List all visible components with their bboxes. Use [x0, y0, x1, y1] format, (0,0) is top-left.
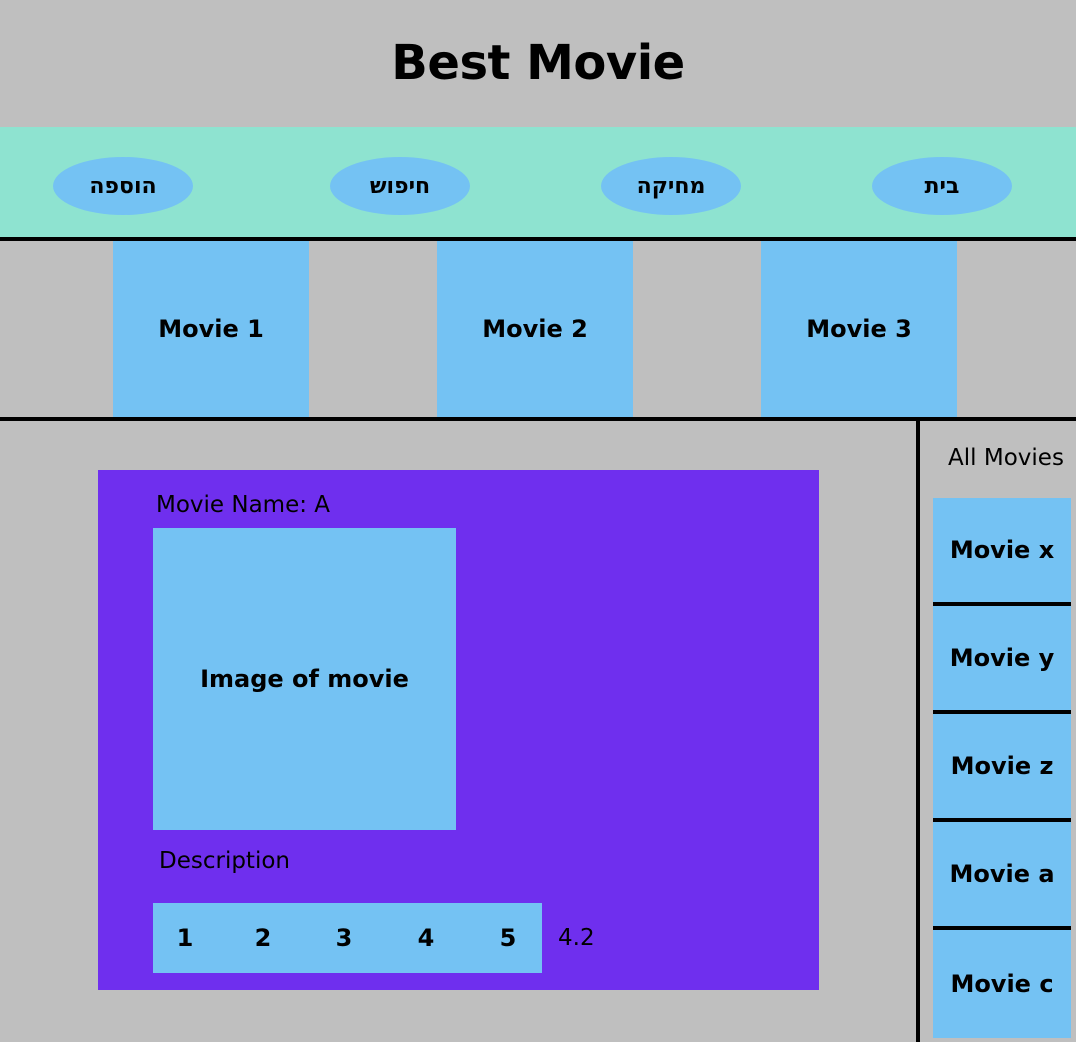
- featured-movie-2[interactable]: Movie 2: [437, 241, 633, 417]
- site-title: Best Movie: [391, 34, 685, 91]
- rating-selector: 1 2 3 4 5: [153, 903, 542, 973]
- main-content: Movie Name: A Image of movie Description…: [0, 421, 916, 1042]
- movie-detail-panel: Movie Name: A Image of movie Description…: [98, 470, 819, 990]
- rating-option-3[interactable]: 3: [324, 903, 364, 973]
- rating-option-1[interactable]: 1: [165, 903, 205, 973]
- sidebar-all-movies: All Movies Movie x Movie y Movie z Movie…: [916, 421, 1076, 1042]
- rating-option-4[interactable]: 4: [406, 903, 446, 973]
- header: Best Movie: [0, 0, 1076, 127]
- movie-description-label: Description: [159, 848, 290, 874]
- nav-home-button[interactable]: בית: [872, 157, 1012, 215]
- featured-movie-1[interactable]: Movie 1: [113, 241, 309, 417]
- movie-name-label: Movie Name: A: [156, 492, 331, 518]
- nav-bar: בית מחיקה חיפוש הוספה: [0, 127, 1076, 241]
- featured-movies: Movie 1 Movie 2 Movie 3: [0, 241, 1076, 421]
- rating-option-2[interactable]: 2: [243, 903, 283, 973]
- nav-add-button[interactable]: הוספה: [53, 157, 193, 215]
- sidebar-item-movie-y[interactable]: Movie y: [933, 606, 1071, 714]
- movie-image-placeholder: Image of movie: [153, 528, 456, 830]
- sidebar-item-movie-x[interactable]: Movie x: [933, 498, 1071, 606]
- sidebar-item-movie-a[interactable]: Movie a: [933, 822, 1071, 930]
- sidebar-title: All Movies: [948, 445, 1064, 471]
- sidebar-movie-list: Movie x Movie y Movie z Movie a Movie c: [933, 498, 1071, 1038]
- rating-score: 4.2: [558, 925, 595, 951]
- nav-search-button[interactable]: חיפוש: [330, 157, 470, 215]
- nav-delete-button[interactable]: מחיקה: [601, 157, 741, 215]
- rating-option-5[interactable]: 5: [488, 903, 528, 973]
- movie-image-label: Image of movie: [200, 665, 409, 693]
- sidebar-item-movie-z[interactable]: Movie z: [933, 714, 1071, 822]
- sidebar-item-movie-c[interactable]: Movie c: [933, 930, 1071, 1038]
- featured-movie-3[interactable]: Movie 3: [761, 241, 957, 417]
